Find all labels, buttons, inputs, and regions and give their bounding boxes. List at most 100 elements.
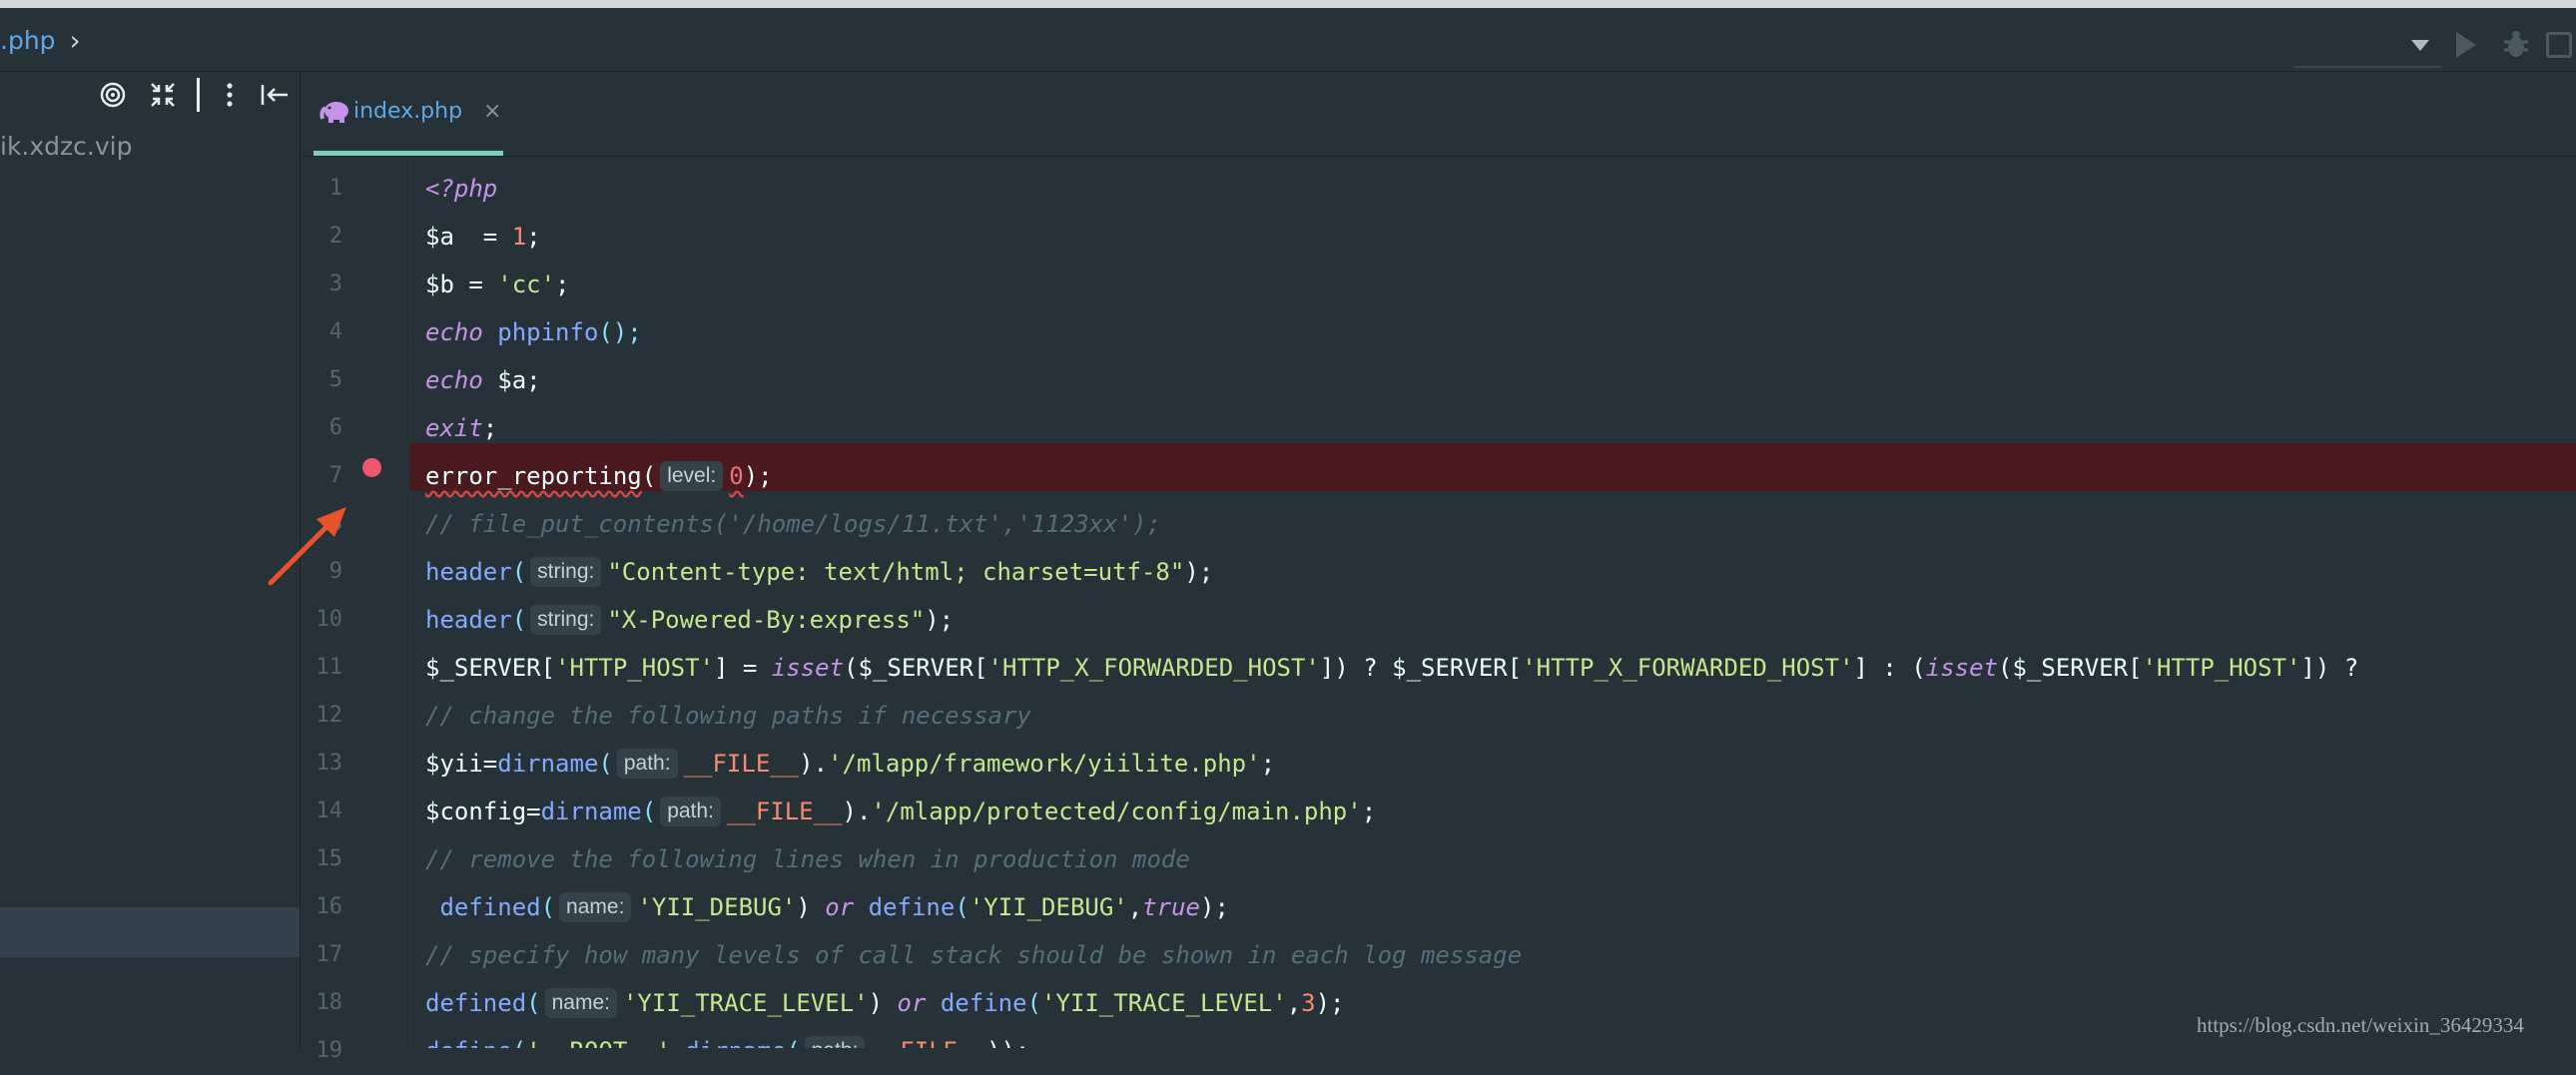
- code-line-10[interactable]: header(string: "X-Powered-By:express");: [425, 596, 954, 644]
- locate-target-icon[interactable]: [98, 80, 128, 110]
- project-tree-root[interactable]: ik.xdzc.vip: [0, 132, 132, 161]
- code-token: echo: [425, 366, 483, 394]
- code-token: 'HTTP_HOST': [2142, 654, 2301, 682]
- code-token: ]) ?: [2300, 654, 2359, 682]
- breadcrumb-file[interactable]: .php: [0, 26, 56, 55]
- code-line-14[interactable]: $config=dirname(path: __FILE__).'/mlapp/p…: [425, 788, 1376, 835]
- code-token: );: [925, 606, 955, 634]
- code-token: 'cc': [497, 270, 556, 298]
- code-token: header: [425, 606, 512, 634]
- code-token: );: [1315, 989, 1345, 1017]
- code-token: $config=: [425, 798, 541, 825]
- code-token: 1: [511, 223, 527, 251]
- code-token: ;: [482, 414, 498, 442]
- line-number: 16: [316, 894, 343, 919]
- code-line-6[interactable]: exit;: [425, 404, 497, 452]
- line-number: 2: [328, 224, 342, 249]
- code-token: echo: [425, 318, 483, 346]
- php-open-tag: <?php: [425, 175, 498, 203]
- code-token: or: [897, 989, 927, 1017]
- run-configuration-select[interactable]: [2293, 32, 2441, 68]
- breadcrumb[interactable]: .php ›: [0, 26, 81, 55]
- code-token: error_reporting: [425, 462, 642, 490]
- code-line-3[interactable]: $b = 'cc';: [425, 261, 570, 308]
- line-number: 17: [316, 942, 343, 967]
- code-token: define: [425, 1037, 512, 1048]
- parameter-hint: path:: [804, 1036, 866, 1048]
- code-line-19[interactable]: define('__ROOT__',dirname(path:__FILE__)…: [425, 1027, 1029, 1048]
- dropdown-arrow-icon[interactable]: [2411, 40, 2429, 51]
- annotation-arrow-icon: [268, 507, 346, 586]
- line-number: 5: [328, 367, 342, 392]
- code-line-17[interactable]: // specify how many levels of call stack…: [425, 931, 1522, 979]
- code-token: 'HTTP_HOST': [555, 654, 714, 682]
- tab-label[interactable]: index.php: [353, 99, 462, 124]
- code-line-8[interactable]: // file_put_contents('/home/logs/11.txt'…: [425, 500, 1161, 548]
- code-token: $yii=: [425, 750, 498, 778]
- code-token: ;: [1260, 750, 1276, 778]
- code-line-18[interactable]: defined(name: 'YII_TRACE_LEVEL') or defin…: [425, 979, 1345, 1027]
- code-token: 'YII_DEBUG': [968, 893, 1128, 921]
- code-token: header: [425, 558, 512, 586]
- line-number: 15: [316, 846, 343, 871]
- code-line-2[interactable]: $a = 1;: [425, 213, 541, 261]
- parameter-hint: level:: [660, 461, 724, 491]
- selected-tree-row[interactable]: [0, 907, 300, 957]
- run-icon[interactable]: [2456, 32, 2476, 58]
- code-token: (: [641, 462, 657, 490]
- line-number: 7: [328, 463, 342, 488]
- code-line-4[interactable]: echo phpinfo();: [425, 308, 642, 356]
- code-token: '/mlapp/framework/yiilite.php': [828, 750, 1261, 778]
- parameter-hint: string:: [530, 605, 602, 635]
- code-token: ).: [799, 750, 829, 778]
- close-icon[interactable]: ×: [483, 99, 501, 124]
- code-line-15[interactable]: // remove the following lines when in pr…: [425, 835, 1190, 883]
- code-line-11[interactable]: $_SERVER['HTTP_HOST'] = isset($_SERVER['…: [425, 644, 2358, 692]
- code-area[interactable]: <?php $a = 1; $b = 'cc'; echo phpinfo();…: [410, 157, 2576, 1048]
- code-line-9[interactable]: header(string: "Content-type: text/html; …: [425, 548, 1213, 596]
- code-token: (: [512, 1037, 526, 1048]
- more-options-icon[interactable]: [220, 80, 240, 110]
- line-number-gutter[interactable]: 1 2 3 4 5 6 7 8 9 10 11 12 13 14 15 16 1…: [301, 157, 411, 1063]
- code-token: (: [540, 893, 556, 921]
- code-comment: // change the following paths if necessa…: [425, 702, 1031, 730]
- code-token: (: [598, 750, 613, 778]
- line-number: 11: [316, 655, 343, 680]
- code-line-7[interactable]: error_reporting(level: 0);: [425, 452, 773, 500]
- code-token: ): [796, 893, 826, 921]
- editor-tab-bar: index.php ×: [301, 72, 2576, 157]
- project-sidebar: ik.xdzc.vip: [0, 72, 301, 1048]
- line-number: 13: [316, 751, 343, 776]
- parameter-hint: name:: [544, 988, 617, 1018]
- code-line-16[interactable]: defined(name: 'YII_DEBUG') or define('YII…: [425, 883, 1229, 931]
- line-number: 6: [328, 415, 342, 440]
- code-comment: // file_put_contents('/home/logs/11.txt'…: [425, 510, 1161, 538]
- run-with-coverage-icon[interactable]: [2546, 32, 2572, 58]
- code-token: define: [854, 893, 956, 921]
- code-editor[interactable]: 1 2 3 4 5 6 7 8 9 10 11 12 13 14 15 16 1…: [301, 157, 2576, 1063]
- code-token: 'HTTP_X_FORWARDED_HOST': [987, 654, 1320, 682]
- navigation-bar: .php ›: [0, 8, 2576, 72]
- breakpoint-marker[interactable]: [362, 458, 381, 477]
- code-token: $_SERVER[: [425, 654, 556, 682]
- code-token: dirname: [497, 750, 599, 778]
- code-line-1[interactable]: <?php: [425, 165, 497, 213]
- line-number: 3: [328, 271, 342, 296]
- tab-index-php[interactable]: index.php ×: [314, 72, 503, 156]
- code-token: "X-Powered-By:express": [607, 606, 926, 634]
- code-token: ]) ? $_SERVER[: [1319, 654, 1523, 682]
- code-line-12[interactable]: // change the following paths if necessa…: [425, 692, 1031, 740]
- code-comment: // remove the following lines when in pr…: [425, 845, 1190, 873]
- hide-panel-icon[interactable]: [259, 80, 291, 110]
- code-token: __FILE__: [683, 750, 800, 778]
- code-line-13[interactable]: $yii=dirname(path: __FILE__).'/mlapp/fram…: [425, 740, 1275, 788]
- parameter-hint: string:: [530, 557, 602, 587]
- code-token: or: [825, 893, 855, 921]
- code-token: __FILE__: [726, 798, 843, 825]
- debug-icon[interactable]: [2501, 30, 2531, 60]
- code-token: '__ROOT__': [526, 1037, 671, 1048]
- code-token: dirname: [540, 798, 642, 825]
- code-token: defined: [425, 893, 541, 921]
- code-line-5[interactable]: echo $a;: [425, 356, 541, 404]
- collapse-all-icon[interactable]: [148, 80, 178, 110]
